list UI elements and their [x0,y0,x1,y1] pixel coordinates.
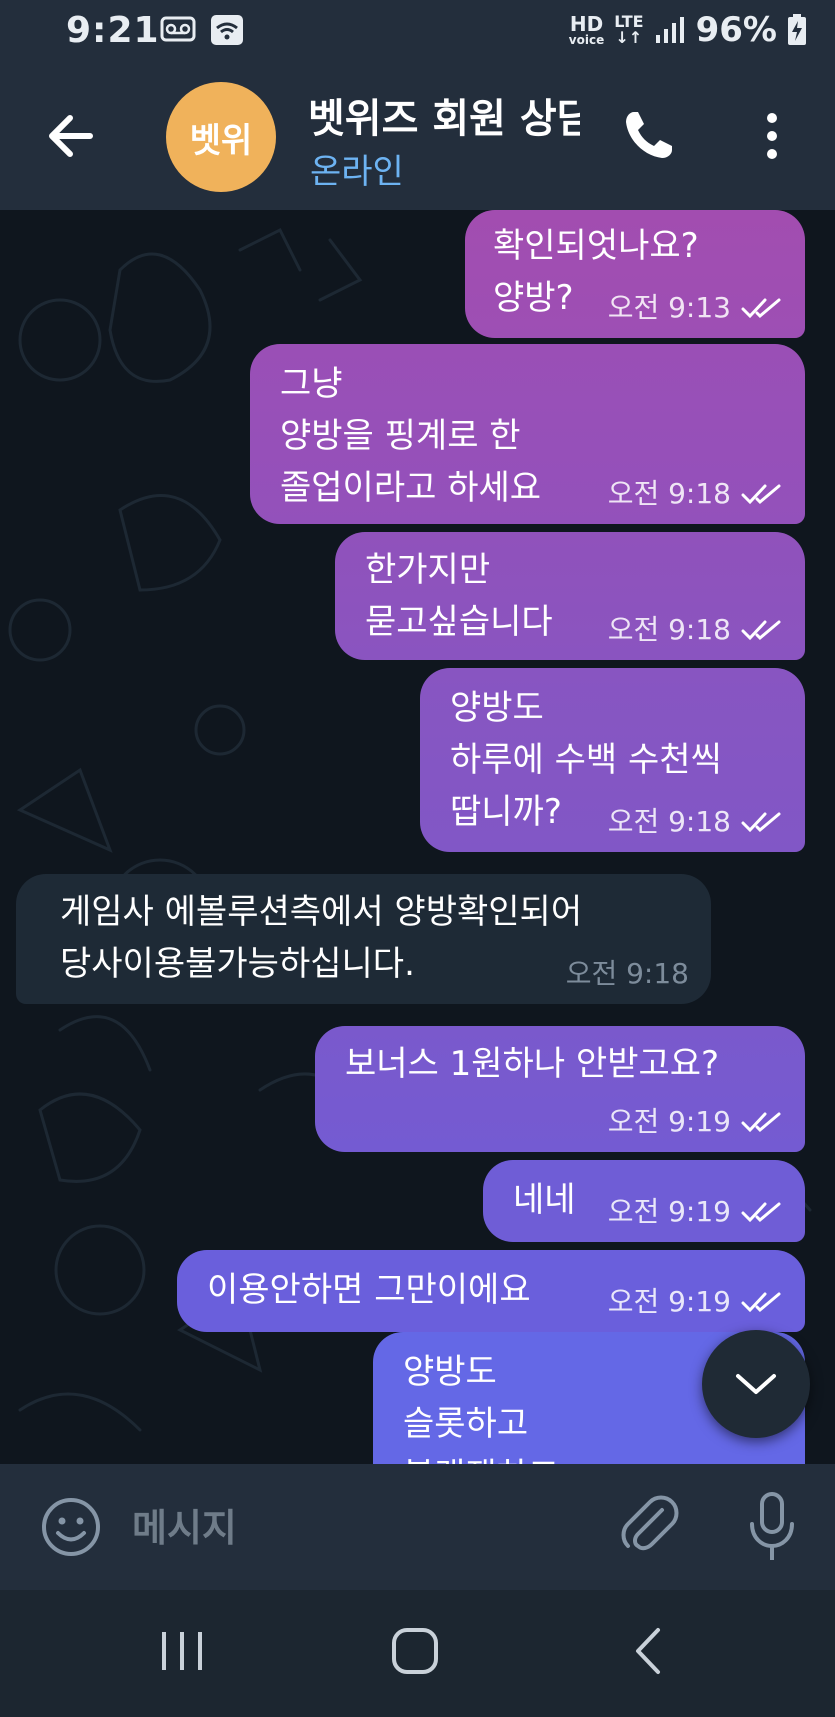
message-time: 오전 9:19 [607,1285,731,1318]
message-meta: 오전 9:19 [608,1106,783,1138]
chat-header: 벳위 벳위즈 회원 상담 온라인 [0,64,835,210]
avatar-initials: 벳위 [189,120,253,161]
double-check-icon [741,1112,781,1133]
avatar[interactable]: 벳위 [166,82,276,192]
double-check-icon [741,812,781,833]
message-time: 오전 9:18 [607,477,731,510]
message-time: 오전 9:13 [607,291,731,324]
status-time: 9:21 [66,10,160,51]
more-vertical-icon[interactable] [752,104,792,168]
message-bubble-outgoing[interactable]: 네네 오전 9:19 [483,1160,805,1242]
message-bubble-outgoing[interactable]: 양방도 하루에 수백 수천씩 땁니까? 오전 9:18 [420,668,805,852]
phone-icon[interactable] [616,104,680,168]
data-arrows-icon: ↓↑ [615,28,643,47]
message-time: 오전 9:19 [607,1105,731,1138]
message-bubble-incoming[interactable]: 게임사 에볼루션측에서 양방확인되어 당사이용불가능하십니다. 오전 9:18 [16,874,711,1004]
message-bubble-outgoing[interactable]: 보너스 1원하나 안받고요? 오전 9:19 [315,1026,805,1152]
message-meta: 오전 9:19 [608,1286,783,1318]
wifi-icon [211,15,243,45]
emoji-icon[interactable] [40,1496,102,1558]
message-meta: 오전 9:18 [608,478,783,510]
message-meta: 오전 9:13 [608,292,783,324]
scroll-down-button[interactable] [702,1330,810,1438]
message-input[interactable]: 메시지 [132,1502,592,1554]
status-bar: 9:21 HD voice LTE ↓↑ 96% [0,0,835,64]
message-time: 오전 9:18 [607,805,731,838]
chat-area[interactable]: 확인되엇나요? 양방? 오전 9:13 그냥 양방을 핑계로 한 졸업이라고 하… [0,210,835,1464]
status-right-group: HD voice LTE ↓↑ 96% [569,10,807,50]
battery-charging-icon [788,14,806,45]
voicemail-icon [160,16,196,42]
message-meta: 오전 9:18 [608,614,783,646]
microphone-icon[interactable] [746,1490,798,1566]
voice-label: voice [568,33,605,47]
battery-percent: 96% [695,10,777,50]
message-bubble-outgoing[interactable]: 한가지만 묻고싶습니다 오전 9:18 [335,532,805,660]
message-time: 오전 9:18 [607,613,731,646]
message-meta: 오전 9:19 [608,1196,783,1228]
message-bubble-outgoing[interactable]: 그냥 양방을 핑계로 한 졸업이라고 하세요 오전 9:18 [250,344,805,524]
chat-title[interactable]: 벳위즈 회원 상담 [308,86,580,144]
message-time: 오전 9:18 [565,957,689,990]
double-check-icon [741,1202,781,1223]
system-nav-bar [0,1590,835,1717]
double-check-icon [741,1292,781,1313]
double-check-icon [741,298,781,319]
message-meta: 오전 9:18 [566,958,689,990]
message-text: 보너스 1원하나 안받고요? [345,1044,720,1084]
paperclip-icon[interactable] [614,1490,684,1560]
recent-apps-icon[interactable] [158,1626,206,1676]
back-arrow-icon[interactable] [40,104,104,168]
double-check-icon [741,620,781,641]
message-composer: 메시지 [0,1464,835,1590]
home-icon[interactable] [390,1626,440,1676]
signal-icon [655,17,684,43]
online-status: 온라인 [310,152,404,192]
double-check-icon [741,484,781,505]
message-bubble-outgoing[interactable]: 이용안하면 그만이에요 오전 9:19 [177,1250,805,1332]
hd-label: HD [569,12,604,36]
message-bubble-outgoing[interactable]: 확인되엇나요? 양방? 오전 9:13 [465,210,805,338]
lte-indicator: LTE ↓↑ [614,14,643,46]
message-meta: 오전 9:18 [608,806,783,838]
chevron-down-icon [736,1374,776,1394]
hd-voice-indicator: HD voice [569,14,604,46]
back-nav-icon[interactable] [630,1626,666,1676]
message-time: 오전 9:19 [607,1195,731,1228]
